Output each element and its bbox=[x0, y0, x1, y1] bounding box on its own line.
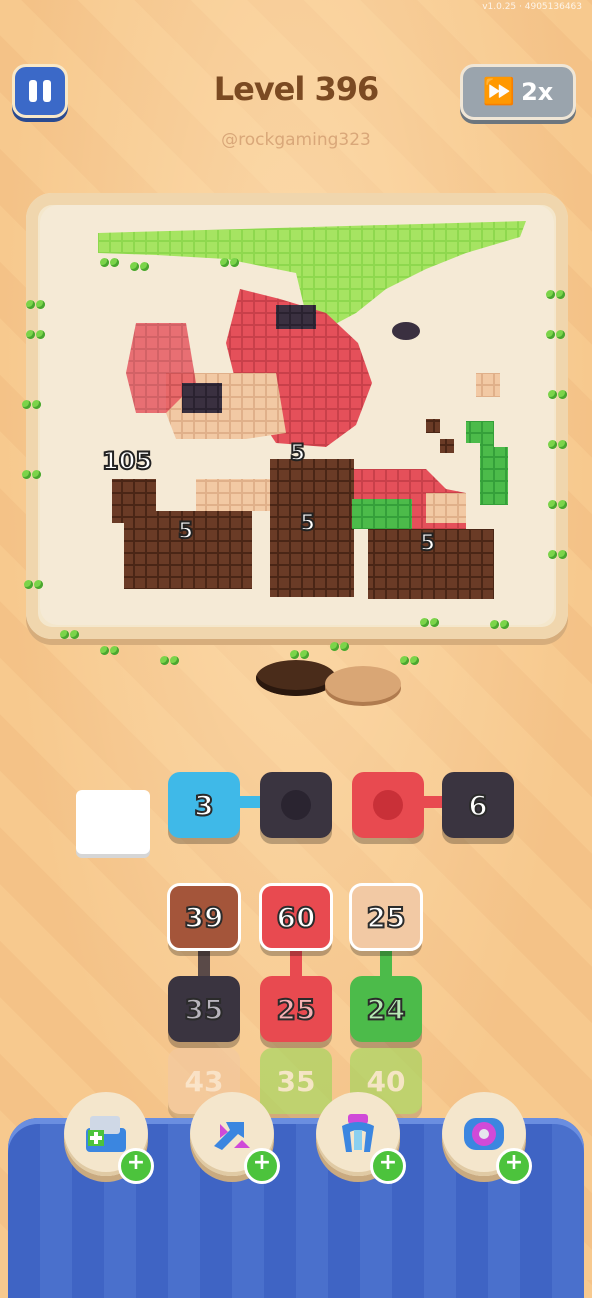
ant-icon bbox=[546, 290, 568, 300]
magnet-booster-button[interactable]: + bbox=[316, 1092, 406, 1184]
stack-count-5-left: 5 bbox=[177, 518, 194, 545]
queue-slot-cyan[interactable]: 3 bbox=[168, 772, 240, 838]
queue-count: 3 bbox=[193, 788, 215, 823]
shuffle-booster-button[interactable]: + bbox=[190, 1092, 280, 1184]
add-booster-button[interactable]: + bbox=[244, 1148, 280, 1184]
ant-icon bbox=[24, 580, 46, 590]
version-label: v1.0.25 · 4905136463 bbox=[482, 2, 582, 12]
player-handle: @rockgaming323 bbox=[221, 130, 371, 150]
peach-pixel-region-3 bbox=[196, 479, 270, 511]
ant-icon bbox=[548, 440, 570, 450]
ant-icon bbox=[546, 330, 568, 340]
stack-count-5-right: 5 bbox=[419, 530, 436, 557]
ant-icon bbox=[290, 650, 312, 660]
speed-label: 2x bbox=[521, 78, 554, 106]
ant-icon bbox=[22, 400, 44, 410]
stack-tile-peach-2[interactable]: 25 bbox=[349, 883, 423, 951]
tile-count: 25 bbox=[276, 992, 317, 1027]
light-green-pixel-region bbox=[466, 421, 508, 505]
ant-icon bbox=[60, 630, 82, 640]
add-booster-button[interactable]: + bbox=[370, 1148, 406, 1184]
ant-icon bbox=[100, 258, 122, 268]
spool-booster-button[interactable]: + bbox=[442, 1092, 532, 1184]
add-booster-button[interactable]: + bbox=[496, 1148, 532, 1184]
ant-icon bbox=[22, 470, 44, 480]
stack-tile-green: 35 bbox=[260, 1048, 332, 1114]
queue-slot-navy-2[interactable]: 6 bbox=[442, 772, 514, 838]
tile-count: 24 bbox=[366, 992, 407, 1027]
tile-count: 60 bbox=[276, 900, 317, 935]
brown-pixel-region-2 bbox=[440, 439, 454, 453]
stack-tile-red-2[interactable]: 25 bbox=[260, 976, 332, 1042]
navy-pixel-region-2 bbox=[182, 383, 222, 413]
ant-icon bbox=[160, 656, 182, 666]
ant-icon bbox=[330, 642, 352, 652]
navy-pixel-region bbox=[276, 305, 316, 329]
tile-count: 39 bbox=[184, 900, 225, 935]
speed-button[interactable]: ⏩ 2x bbox=[460, 64, 576, 120]
queue-slot-empty[interactable] bbox=[76, 790, 150, 854]
stack-tile-brown[interactable]: 39 bbox=[167, 883, 241, 951]
stack-tile-green-2[interactable]: 24 bbox=[350, 976, 422, 1042]
ant-icon bbox=[100, 646, 122, 656]
ant-icon bbox=[130, 262, 152, 272]
tile-count: 43 bbox=[184, 1064, 224, 1098]
fast-forward-icon: ⏩ bbox=[482, 77, 516, 107]
ant-icon bbox=[26, 300, 48, 310]
stack-count-5-top: 5 bbox=[289, 440, 306, 467]
peach-pixel-region-4 bbox=[426, 493, 466, 523]
tile-count: 25 bbox=[366, 900, 407, 935]
tile-count: 40 bbox=[366, 1064, 406, 1098]
ant-icon bbox=[548, 390, 570, 400]
ant-icon bbox=[26, 330, 48, 340]
ant-icon bbox=[420, 618, 442, 628]
hole-lid bbox=[325, 666, 401, 702]
add-booster-button[interactable]: + bbox=[118, 1148, 154, 1184]
queue-slot-red[interactable] bbox=[352, 772, 424, 838]
queue-count: 6 bbox=[467, 788, 489, 823]
stack-count-105: 105 bbox=[101, 446, 153, 476]
stack-count-5-center: 5 bbox=[299, 510, 316, 537]
tile-count: 35 bbox=[184, 992, 225, 1027]
beetle-icon bbox=[392, 322, 420, 340]
add-slot-booster-button[interactable]: + bbox=[64, 1092, 154, 1184]
brown-pixel-region bbox=[426, 419, 440, 433]
knob-icon bbox=[281, 790, 311, 820]
stack-tile-red[interactable]: 60 bbox=[259, 883, 333, 951]
ant-icon bbox=[220, 258, 242, 268]
ant-hole bbox=[256, 660, 336, 696]
tile-count: 35 bbox=[276, 1064, 316, 1098]
light-green-pixel-region-2 bbox=[352, 499, 412, 529]
ant-icon bbox=[490, 620, 512, 630]
ant-icon bbox=[400, 656, 422, 666]
ant-icon bbox=[548, 550, 570, 560]
stack-tile-navy[interactable]: 35 bbox=[168, 976, 240, 1042]
knob-icon bbox=[373, 790, 403, 820]
queue-slot-navy[interactable] bbox=[260, 772, 332, 838]
peach-pixel-region-2 bbox=[476, 373, 500, 397]
ant-icon bbox=[548, 500, 570, 510]
